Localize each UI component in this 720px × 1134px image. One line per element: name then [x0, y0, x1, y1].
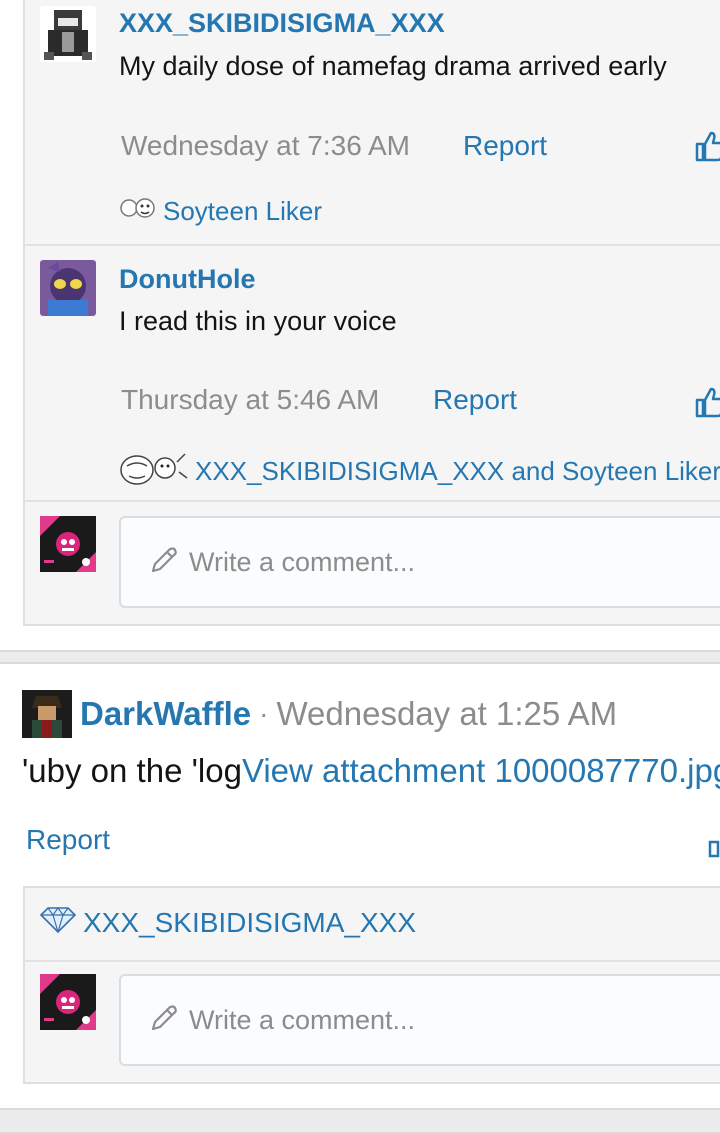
avatar[interactable]	[40, 6, 96, 62]
liker-avatar-icon	[119, 194, 157, 229]
report-link[interactable]: Report	[26, 824, 110, 856]
reaction-user[interactable]: XXX_SKIBIDISIGMA_XXX	[83, 907, 416, 939]
comment-timestamp[interactable]: Thursday at 5:46 AM	[121, 384, 379, 416]
comment-body: My daily dose of namefag drama arrived e…	[119, 51, 667, 81]
comment-placeholder: Write a comment...	[189, 546, 416, 577]
pencil-icon	[149, 1003, 179, 1038]
like-icon[interactable]	[695, 386, 720, 418]
post-timestamp[interactable]: Wednesday at 1:25 AM	[276, 695, 617, 733]
comment-item: XXX_SKIBIDISIGMA_XXX My daily dose of na…	[25, 0, 720, 246]
post-divider	[0, 1108, 720, 1134]
avatar[interactable]	[22, 690, 72, 738]
comment-author[interactable]: XXX_SKIBIDISIGMA_XXX	[119, 8, 445, 39]
comments-panel: XXX_SKIBIDISIGMA_XXX Write a comment...	[23, 886, 720, 1084]
likes-summary[interactable]: Soyteen Liker	[119, 194, 322, 229]
comment-input[interactable]: Write a comment...	[119, 974, 720, 1066]
reaction-summary[interactable]: XXX_SKIBIDISIGMA_XXX	[39, 906, 416, 939]
comment-author[interactable]: DonutHole	[119, 264, 255, 295]
likes-text[interactable]: XXX_SKIBIDISIGMA_XXX and Soyteen Liker	[195, 456, 720, 487]
likes-text[interactable]: Soyteen Liker	[163, 196, 322, 227]
post-body: 'uby on the 'logView attachment 10000877…	[22, 752, 720, 790]
comment-placeholder: Write a comment...	[189, 1004, 416, 1035]
report-link[interactable]: Report	[433, 384, 517, 416]
post-text: 'uby on the 'log	[22, 752, 242, 789]
comments-panel: XXX_SKIBIDISIGMA_XXX My daily dose of na…	[23, 0, 720, 626]
comment-body: I read this in your voice	[119, 306, 397, 336]
like-icon[interactable]	[708, 836, 720, 858]
comment-item: DonutHole I read this in your voice Thur…	[25, 246, 720, 500]
pencil-icon	[149, 545, 179, 580]
meta-separator: ·	[259, 698, 269, 729]
avatar[interactable]	[40, 974, 96, 1030]
post-header: DarkWaffle · Wednesday at 1:25 AM	[22, 690, 617, 738]
avatar[interactable]	[40, 516, 96, 572]
diamond-icon	[39, 906, 77, 939]
comment-input[interactable]: Write a comment...	[119, 516, 720, 608]
post-author[interactable]: DarkWaffle	[80, 695, 251, 733]
comment-timestamp[interactable]: Wednesday at 7:36 AM	[121, 130, 410, 162]
avatar[interactable]	[40, 260, 96, 316]
likes-summary[interactable]: XXX_SKIBIDISIGMA_XXX and Soyteen Liker	[119, 448, 720, 495]
post-divider	[0, 650, 720, 664]
report-link[interactable]: Report	[463, 130, 547, 162]
write-comment-row: Write a comment...	[25, 962, 720, 1084]
like-icon[interactable]	[695, 130, 720, 162]
liker-avatars-icon	[119, 448, 189, 495]
write-comment-row: Write a comment...	[25, 502, 720, 624]
attachment-link[interactable]: View attachment 1000087770.jpg	[242, 752, 720, 789]
